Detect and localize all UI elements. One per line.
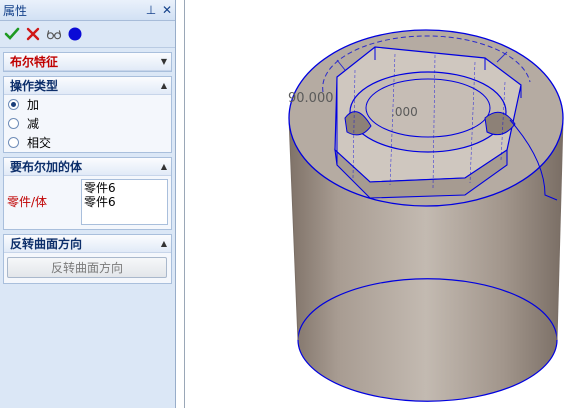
feature-section: 布尔特征 ▼: [3, 52, 172, 72]
option-label-subtract: 减: [27, 117, 40, 131]
radio-add[interactable]: [8, 99, 19, 110]
reverse-section: 反转曲面方向 ▲ 反转曲面方向: [3, 234, 172, 284]
operation-option-intersect[interactable]: 相交: [4, 133, 171, 152]
operation-section-header[interactable]: 操作类型 ▲: [4, 77, 171, 95]
cancel-x-icon[interactable]: [25, 26, 41, 42]
chevron-up-icon[interactable]: ▲: [157, 239, 171, 248]
operation-option-add[interactable]: 加: [4, 95, 171, 114]
panel-toolbar: [0, 21, 175, 48]
list-item[interactable]: 零件6: [84, 181, 165, 195]
bodies-listbox[interactable]: 零件6 零件6: [81, 179, 168, 225]
chevron-up-icon[interactable]: ▲: [157, 162, 171, 171]
pin-icon[interactable]: ⊥: [143, 3, 159, 17]
option-label-add: 加: [27, 98, 40, 112]
close-icon[interactable]: ✕: [159, 3, 175, 17]
radio-intersect[interactable]: [8, 137, 19, 148]
list-item[interactable]: 零件6: [84, 195, 165, 209]
operation-section: 操作类型 ▲ 加 减 相交: [3, 76, 172, 153]
ok-check-icon[interactable]: [4, 26, 20, 42]
chevron-up-icon[interactable]: ▲: [157, 81, 171, 90]
preview-glasses-icon[interactable]: [46, 26, 62, 42]
reverse-surface-button[interactable]: 反转曲面方向: [7, 257, 167, 278]
blue-dot-icon[interactable]: [67, 26, 83, 42]
chevron-down-icon[interactable]: ▼: [157, 57, 171, 66]
reverse-title: 反转曲面方向: [10, 237, 83, 251]
bodies-section: 要布尔加的体 ▲ 零件/体 零件6 零件6: [3, 157, 172, 230]
radio-subtract[interactable]: [8, 118, 19, 129]
bodies-section-header[interactable]: 要布尔加的体 ▲: [4, 158, 171, 176]
boss-inner-ring: [349, 71, 507, 153]
feature-title: 布尔特征: [10, 55, 59, 69]
bodies-label: 零件/体: [7, 195, 48, 209]
panel-title: 属性: [3, 3, 28, 18]
operation-option-subtract[interactable]: 减: [4, 114, 171, 133]
reverse-section-header[interactable]: 反转曲面方向 ▲: [4, 235, 171, 253]
panel-titlebar: 属性 ⊥ ✕: [0, 0, 175, 21]
dimension-label-inner: .000: [391, 105, 418, 119]
model-view: 90.000 .000: [288, 29, 564, 402]
3d-viewport[interactable]: 90.000 .000: [184, 0, 588, 408]
properties-panel: 属性 ⊥ ✕ 布尔特征 ▼ 操作类型 ▲ 加 减 相交 要布尔加的体 ▲ 零件/…: [0, 0, 176, 408]
bodies-title: 要布尔加的体: [10, 160, 83, 174]
dimension-label-left: 90.000: [288, 91, 334, 106]
operation-title: 操作类型: [10, 79, 59, 93]
feature-section-header[interactable]: 布尔特征 ▼: [4, 53, 171, 71]
option-label-intersect: 相交: [27, 136, 52, 150]
